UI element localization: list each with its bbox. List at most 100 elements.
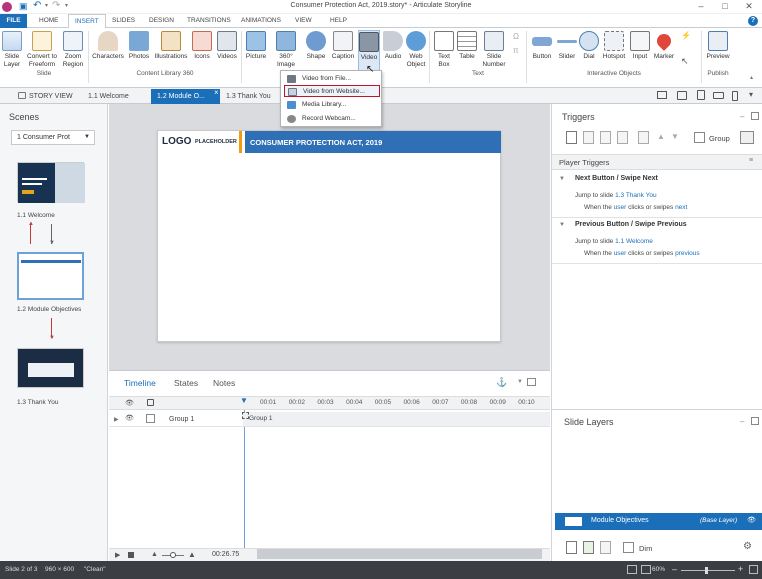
slide-header-bar[interactable]: CONSUMER PROTECTION ACT, 2019: [245, 131, 501, 153]
collapse-icon[interactable]: ≡: [749, 157, 753, 164]
timeline-bar[interactable]: Group 1: [243, 412, 550, 426]
slide-thumbnail-module-objectives[interactable]: [17, 252, 84, 300]
expand-arrow-icon[interactable]: ▶: [114, 416, 119, 423]
group-checkbox[interactable]: [694, 132, 705, 143]
minimize-button[interactable]: –: [690, 0, 712, 14]
minimize-panel-icon[interactable]: –: [740, 112, 744, 121]
trigger-icon[interactable]: ⚡: [681, 31, 691, 40]
zoom-slider[interactable]: [681, 570, 735, 571]
maximize-button[interactable]: □: [714, 0, 736, 14]
tab-notes[interactable]: Notes: [213, 378, 235, 388]
copy-trigger-icon[interactable]: [600, 131, 611, 144]
tab-story-view[interactable]: STORY VIEW: [12, 89, 79, 104]
lock-icon[interactable]: [147, 399, 154, 406]
next-trigger-title[interactable]: Next Button / Swipe Next: [575, 175, 658, 182]
eye-icon[interactable]: 👁: [747, 516, 756, 524]
close-tab-icon[interactable]: ×: [214, 88, 219, 97]
tab-timeline[interactable]: Timeline: [124, 378, 156, 388]
help-icon[interactable]: ?: [748, 16, 758, 26]
playhead-icon[interactable]: ▼: [240, 396, 248, 410]
web-object-button[interactable]: Web Object: [405, 30, 427, 78]
move-up-icon[interactable]: ▲: [657, 132, 665, 141]
tab-home[interactable]: HOME: [33, 14, 65, 28]
minimize-panel-icon[interactable]: –: [740, 417, 744, 426]
fullscreen-icon[interactable]: [641, 565, 651, 574]
slide-stage[interactable]: LOGO PLACEHOLDER CONSUMER PROTECTION ACT…: [157, 130, 501, 342]
tablet-portrait-icon[interactable]: [697, 90, 705, 100]
chevron-down-icon[interactable]: ▼: [517, 379, 523, 385]
icons-icon: [192, 31, 212, 51]
eye-icon[interactable]: 👁: [125, 414, 134, 422]
timeline-scrollbar[interactable]: [257, 549, 542, 559]
tab-slide-welcome[interactable]: 1.1 Welcome: [82, 89, 135, 104]
tab-slide-thank-you[interactable]: 1.3 Thank You: [220, 89, 277, 104]
slide-thumbnail-thank-you[interactable]: [17, 348, 84, 388]
eye-icon[interactable]: 👁: [125, 399, 134, 407]
next-trigger-condition[interactable]: When the user clicks or swipes next: [584, 204, 687, 211]
paste-trigger-icon[interactable]: [617, 131, 628, 144]
phone-portrait-icon[interactable]: [732, 91, 738, 101]
tab-states[interactable]: States: [174, 378, 198, 388]
zoom-plus-icon[interactable]: +: [738, 564, 743, 574]
new-trigger-icon[interactable]: [566, 131, 577, 144]
tab-file[interactable]: FILE: [0, 14, 27, 28]
tab-animations[interactable]: ANIMATIONS: [235, 14, 287, 28]
prev-trigger-title[interactable]: Previous Button / Swipe Previous: [575, 221, 687, 228]
equation-icon[interactable]: π: [513, 46, 519, 55]
cursor-icon[interactable]: ↖: [681, 56, 689, 67]
lock-checkbox[interactable]: [146, 414, 155, 423]
dim-checkbox[interactable]: [623, 542, 634, 553]
tab-transitions[interactable]: TRANSITIONS: [181, 14, 237, 28]
prev-trigger-action[interactable]: Jump to slide 1.1 Welcome: [575, 238, 653, 245]
tablet-landscape-icon[interactable]: [677, 91, 687, 100]
zoom-in-icon[interactable]: ▲: [188, 550, 196, 559]
new-layer-icon[interactable]: [566, 541, 577, 554]
next-trigger-action[interactable]: Jump to slide 1.3 Thank You: [575, 192, 657, 199]
symbol-icon[interactable]: Ω: [513, 32, 519, 41]
scene-dropdown[interactable]: 1 Consumer Prot ▼: [11, 130, 95, 145]
delete-trigger-icon[interactable]: [638, 131, 649, 144]
menu-video-from-website[interactable]: Video from Website...: [284, 85, 380, 97]
play-icon[interactable]: ▶: [115, 551, 120, 559]
gear-icon[interactable]: ⚙: [743, 541, 752, 552]
close-window-button[interactable]: ✕: [738, 0, 760, 14]
tab-view[interactable]: VIEW: [289, 14, 318, 28]
restore-panel-icon[interactable]: [527, 378, 536, 386]
tab-slides[interactable]: SLIDES: [106, 14, 141, 28]
tab-design[interactable]: DESIGN: [143, 14, 180, 28]
prev-trigger-condition[interactable]: When the user clicks or swipes previous: [584, 250, 700, 257]
audio-button[interactable]: Audio: [382, 30, 404, 78]
tab-help[interactable]: HELP: [324, 14, 353, 28]
timeline-options-icon[interactable]: ⚓: [496, 377, 507, 388]
stop-icon[interactable]: [128, 552, 134, 558]
menu-record-webcam[interactable]: Record Webcam...: [284, 113, 380, 125]
zoom-out-icon[interactable]: ▲: [151, 551, 158, 558]
chevron-down-icon[interactable]: ▼: [559, 176, 565, 182]
timeline-tick-label: 00:07: [432, 399, 449, 406]
restore-panel-icon[interactable]: [751, 417, 759, 425]
desktop-view-icon[interactable]: [657, 91, 667, 99]
tab-slide-module-objectives[interactable]: 1.2 Module O...: [151, 89, 220, 104]
tab-insert[interactable]: INSERT: [68, 14, 106, 29]
device-options-icon[interactable]: ▾: [749, 90, 753, 99]
zoom-minus-icon[interactable]: –: [672, 564, 677, 574]
delete-layer-icon[interactable]: [600, 541, 611, 554]
restore-panel-icon[interactable]: [751, 112, 759, 120]
chevron-down-icon[interactable]: ▼: [559, 222, 565, 228]
fit-icon[interactable]: [627, 565, 637, 574]
zoom-slider-thumb[interactable]: [705, 567, 708, 574]
phone-landscape-icon[interactable]: [713, 92, 724, 99]
logo-placeholder[interactable]: LOGO PLACEHOLDER: [158, 131, 242, 153]
duplicate-layer-icon[interactable]: [583, 541, 594, 554]
edit-trigger-icon[interactable]: [583, 131, 594, 144]
move-down-icon[interactable]: ▼: [671, 132, 679, 141]
collapse-ribbon-icon[interactable]: ▴: [750, 74, 753, 81]
picture-button[interactable]: Picture: [244, 30, 268, 78]
zoom-slider-thumb[interactable]: [170, 552, 176, 558]
variables-icon[interactable]: [740, 131, 754, 144]
base-layer-row[interactable]: Module Objectives (Base Layer) 👁: [555, 513, 762, 530]
slide-thumbnail-welcome[interactable]: [17, 162, 85, 203]
menu-media-library[interactable]: Media Library...: [284, 99, 380, 111]
fit-window-icon[interactable]: [749, 565, 758, 574]
triggers-title: Triggers: [562, 112, 595, 122]
